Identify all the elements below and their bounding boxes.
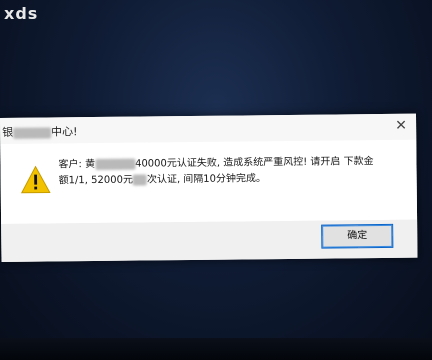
monitor-screen: xds 银 中心! ✕ 客户: 黄 40000元认证失败, 造成系统严重风控! 请开… [0,0,432,360]
blurred-text [132,173,147,186]
alert-dialog: 银 中心! ✕ 客户: 黄 40000元认证失败, 造成系统严重风控! 请开启 下款… [0,113,418,262]
dialog-title-prefix: 银 [2,125,14,139]
monitor-bezel [0,338,432,360]
ok-button[interactable]: 确定 [321,223,394,249]
message-line-2-start: 额1/1, 52000元 [58,174,133,187]
dialog-content: 客户: 黄 40000元认证失败, 造成系统严重风控! 请开启 下款金 额1/1,… [0,139,418,224]
watermark: xds [4,4,39,23]
dialog-title-suffix: 中心! [51,125,78,139]
dialog-message: 客户: 黄 40000元认证失败, 造成系统严重风控! 请开启 下款金 额1/1,… [58,154,398,190]
message-line-2-end: 次认证, 间隔10分钟完成。 [146,173,267,186]
message-line-1-end: 40000元认证失败, 造成系统严重风控! 请开启 下款金 [134,156,374,170]
close-icon[interactable]: ✕ [392,117,410,135]
message-line-2: 额1/1, 52000元 次认证, 间隔10分钟完成。 [59,170,399,190]
dialog-title: 银 中心! [2,123,78,140]
blurred-text [94,158,136,170]
warning-icon [20,165,51,194]
blurred-text [13,126,52,139]
dialog-footer: 确定 [1,219,418,262]
message-line-1-start: 客户: 黄 [58,159,96,171]
